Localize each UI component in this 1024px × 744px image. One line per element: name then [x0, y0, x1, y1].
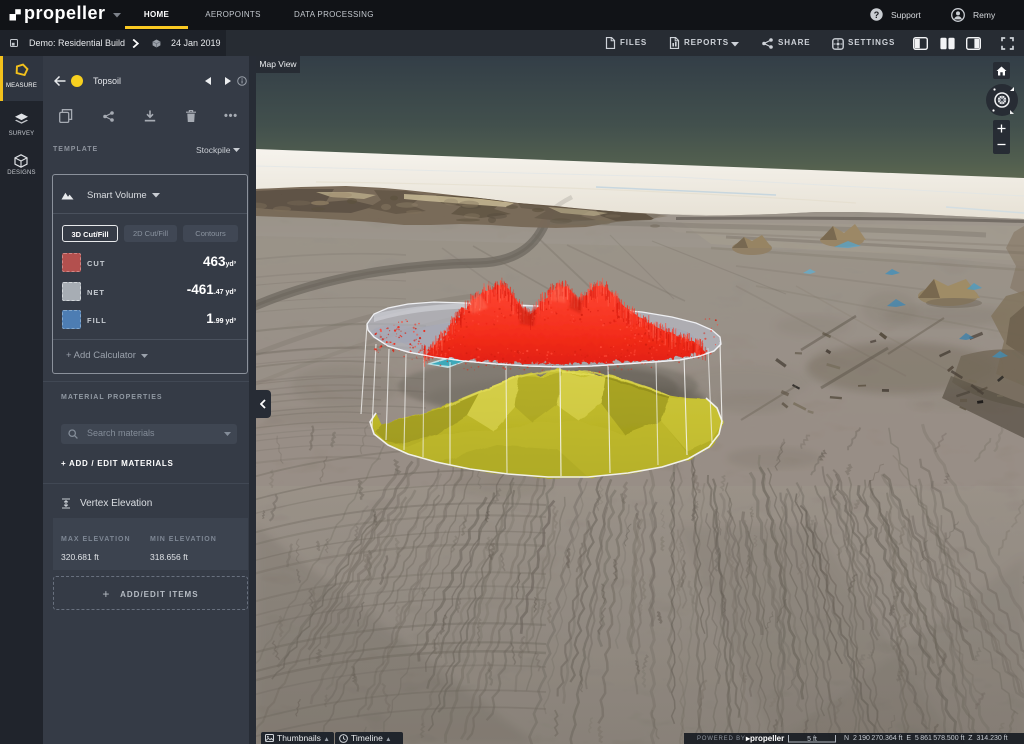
svg-text:?: ?: [874, 10, 880, 20]
svg-text:5 ft: 5 ft: [807, 736, 817, 743]
